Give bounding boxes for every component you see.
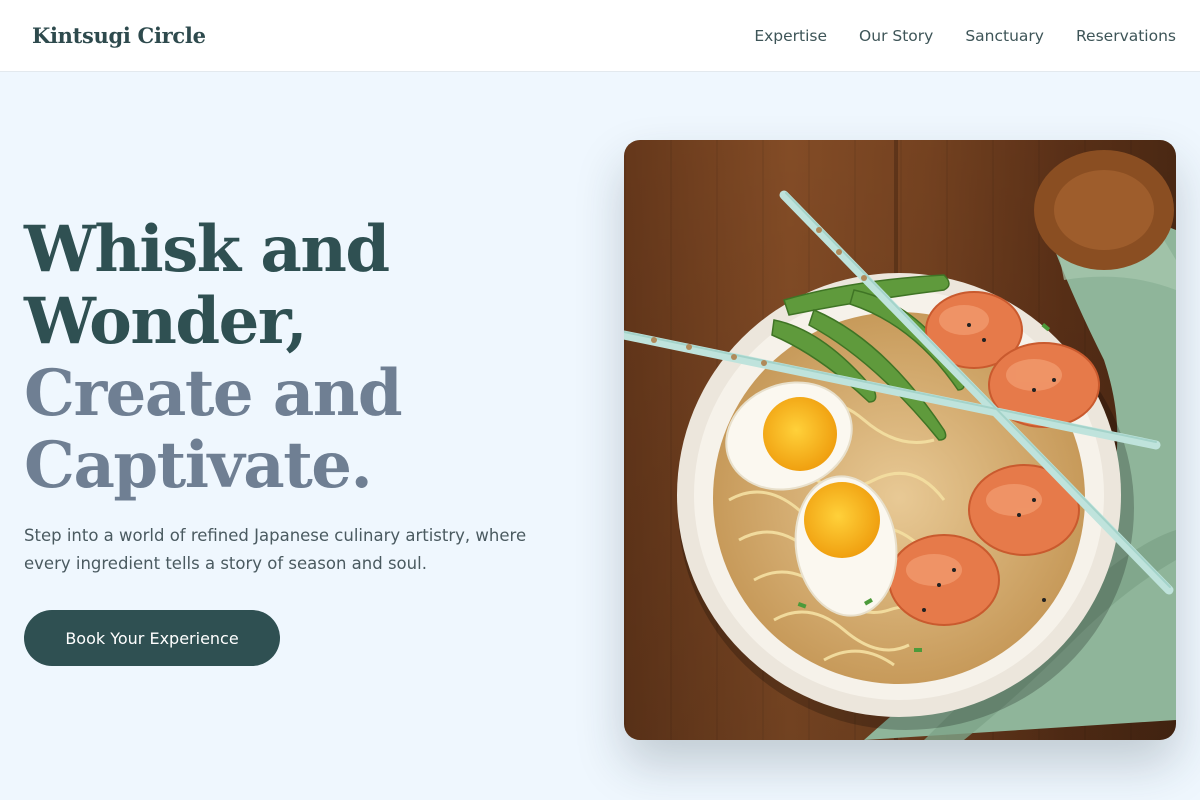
headline-line: Whisk and [24,212,390,287]
headline-line: Captivate. [24,428,373,503]
nav-link-reservations[interactable]: Reservations [1076,27,1176,45]
hero-subtitle: Step into a world of refined Japanese cu… [24,526,527,573]
nav-link-expertise[interactable]: Expertise [754,27,827,45]
ramen-illustration [624,140,1176,740]
book-experience-button[interactable]: Book Your Experience [24,610,280,666]
headline-line: Create and [24,356,403,431]
headline-line: Wonder, [24,284,308,359]
top-navbar: Kintsugi Circle Expertise Our Story Sanc… [0,0,1200,72]
hero-headline: Whisk and Wonder, Create and Captivate. [24,214,584,502]
nav-link-our-story[interactable]: Our Story [859,27,933,45]
hero-section: Whisk and Wonder, Create and Captivate. … [24,214,584,666]
ramen-bowl-photo [624,140,1176,740]
brand-logo[interactable]: Kintsugi Circle [32,23,206,48]
nav-link-sanctuary[interactable]: Sanctuary [965,27,1044,45]
nav-links: Expertise Our Story Sanctuary Reservatio… [754,27,1176,45]
